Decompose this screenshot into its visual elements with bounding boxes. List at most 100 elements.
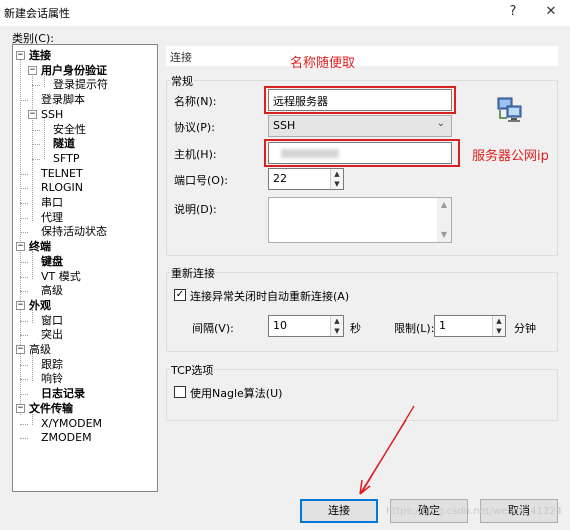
tree-branch-line (20, 173, 28, 175)
tree-item[interactable]: 登录提示符 (53, 78, 108, 92)
tree-line (32, 73, 33, 221)
auto-reconnect-label: 连接异常关闭时自动重新连接(A) (190, 290, 350, 303)
tree-expander-icon[interactable]: − (16, 300, 25, 310)
port-input[interactable]: 22 ▲ ▼ (268, 168, 344, 190)
tree-branch-line (20, 438, 28, 440)
nagle-label: 使用Nagle算法(U) (190, 387, 283, 400)
tree-item[interactable]: SSH (41, 108, 63, 122)
tree-item[interactable]: SFTP (53, 152, 79, 166)
nagle-checkbox[interactable] (174, 386, 186, 398)
interval-label: 间隔(V): (192, 322, 234, 335)
category-tree[interactable]: − 连接 − 用户身份验证 登录提示符 登录脚本 − SSH 安全性 隧道 SFTP TELNET RL… (12, 44, 158, 492)
tree-item[interactable]: 串口 (41, 196, 63, 210)
limit-input[interactable]: 1 ▲ ▼ (434, 315, 506, 337)
interval-spinner[interactable]: ▲ ▼ (330, 316, 343, 336)
limit-label: 限制(L): (394, 322, 435, 335)
tree-expander-icon[interactable]: − (28, 65, 37, 75)
tree-item[interactable]: TELNET (41, 167, 83, 181)
name-label: 名称(N): (174, 95, 217, 108)
tree-branch-line (32, 85, 40, 87)
tree-branch-line (20, 335, 28, 337)
reconnect-legend: 重新连接 (170, 265, 216, 281)
arrow-annotation (359, 405, 415, 495)
tree-item[interactable]: 日志记录 (41, 387, 85, 401)
tree-item[interactable]: 用户身份验证 (41, 64, 107, 78)
reconnect-group (166, 272, 558, 352)
network-computer-icon (496, 96, 524, 124)
tree-expander-icon[interactable]: − (16, 345, 25, 354)
interval-unit: 秒 (350, 322, 361, 335)
tree-item[interactable]: 文件传输 (29, 402, 73, 416)
tree-expander-icon[interactable]: − (16, 51, 25, 60)
tree-branch-line (20, 261, 28, 263)
scroll-down-icon: ▼ (440, 230, 448, 239)
help-button[interactable]: ? (502, 2, 524, 22)
tree-branch-line (20, 188, 28, 190)
tree-item[interactable]: 安全性 (53, 123, 86, 137)
host-highlight-box (264, 139, 460, 167)
tree-item[interactable]: 高级 (29, 343, 51, 357)
tree-item[interactable]: 响铃 (41, 372, 63, 386)
host-label: 主机(H): (174, 148, 217, 161)
tree-branch-line (20, 217, 28, 219)
tree-item[interactable]: 隧道 (53, 137, 75, 151)
tree-item[interactable]: 代理 (41, 211, 63, 225)
tree-expander-icon[interactable]: − (28, 109, 37, 119)
interval-input[interactable]: 10 ▲ ▼ (268, 315, 344, 337)
interval-value: 10 (273, 319, 287, 332)
tree-item[interactable]: 跟踪 (41, 358, 63, 372)
name-annotation: 名称随便取 (290, 56, 356, 71)
window-title: 新建会话属性 (4, 7, 70, 20)
tree-branch-line (32, 129, 40, 131)
tree-item[interactable]: X/YMODEM (41, 417, 102, 431)
tree-item[interactable]: ZMODEM (41, 431, 92, 445)
spin-up-icon: ▲ (334, 317, 340, 325)
tree-item[interactable]: 登录脚本 (41, 93, 85, 107)
tree-branch-line (32, 144, 40, 146)
tree-line (20, 59, 21, 415)
tree-branch-line (20, 291, 28, 293)
limit-spinner[interactable]: ▲ ▼ (492, 316, 505, 336)
general-legend: 常规 (170, 73, 194, 89)
protocol-select[interactable]: SSH ⌄ (268, 115, 452, 137)
spin-up-icon: ▲ (334, 170, 340, 178)
tree-item[interactable]: 终端 (29, 240, 51, 254)
scroll-up-icon: ▲ (440, 200, 448, 209)
tree-line (44, 117, 45, 159)
limit-unit: 分钟 (514, 322, 536, 335)
tree-branch-line (20, 276, 28, 278)
tree-item[interactable]: 键盘 (41, 255, 63, 269)
desc-textarea[interactable]: ▲ ▼ (268, 197, 452, 243)
tree-branch-line (20, 423, 28, 425)
tree-item[interactable]: 突出 (41, 328, 63, 342)
desc-scrollbar[interactable]: ▲ ▼ (437, 198, 451, 242)
desc-label: 说明(D): (174, 203, 217, 216)
tree-branch-line (20, 379, 28, 381)
tree-expander-icon[interactable]: − (16, 242, 25, 252)
close-button[interactable]: ✕ (540, 2, 562, 22)
protocol-value: SSH (273, 119, 296, 132)
auto-reconnect-checkbox[interactable]: ✓ (174, 289, 186, 301)
tree-line (32, 251, 33, 279)
tree-branch-line (20, 394, 28, 396)
tree-item[interactable]: 连接 (29, 49, 51, 63)
tree-branch-line (20, 232, 28, 234)
limit-value: 1 (439, 319, 446, 332)
tree-item[interactable]: 高级 (41, 284, 63, 298)
tree-item[interactable]: VT 模式 (41, 270, 81, 284)
tree-branch-line (20, 320, 28, 322)
tree-item[interactable]: 窗口 (41, 314, 63, 328)
tree-item[interactable]: 外观 (29, 299, 51, 313)
spin-up-icon: ▲ (496, 317, 502, 325)
tree-branch-line (20, 203, 28, 204)
chevron-down-icon: ⌄ (436, 118, 445, 129)
tree-item[interactable]: RLOGIN (41, 181, 83, 195)
tree-expander-icon[interactable]: − (16, 403, 25, 413)
port-spinner[interactable]: ▲ ▼ (330, 169, 343, 189)
panel-title: 连接 (166, 46, 558, 66)
name-highlight-box (264, 86, 456, 114)
host-annotation: 服务器公网ip (472, 149, 549, 164)
tree-branch-line (20, 364, 28, 366)
connect-button[interactable]: 连接 (300, 499, 378, 523)
tree-item[interactable]: 保持活动状态 (41, 225, 107, 239)
